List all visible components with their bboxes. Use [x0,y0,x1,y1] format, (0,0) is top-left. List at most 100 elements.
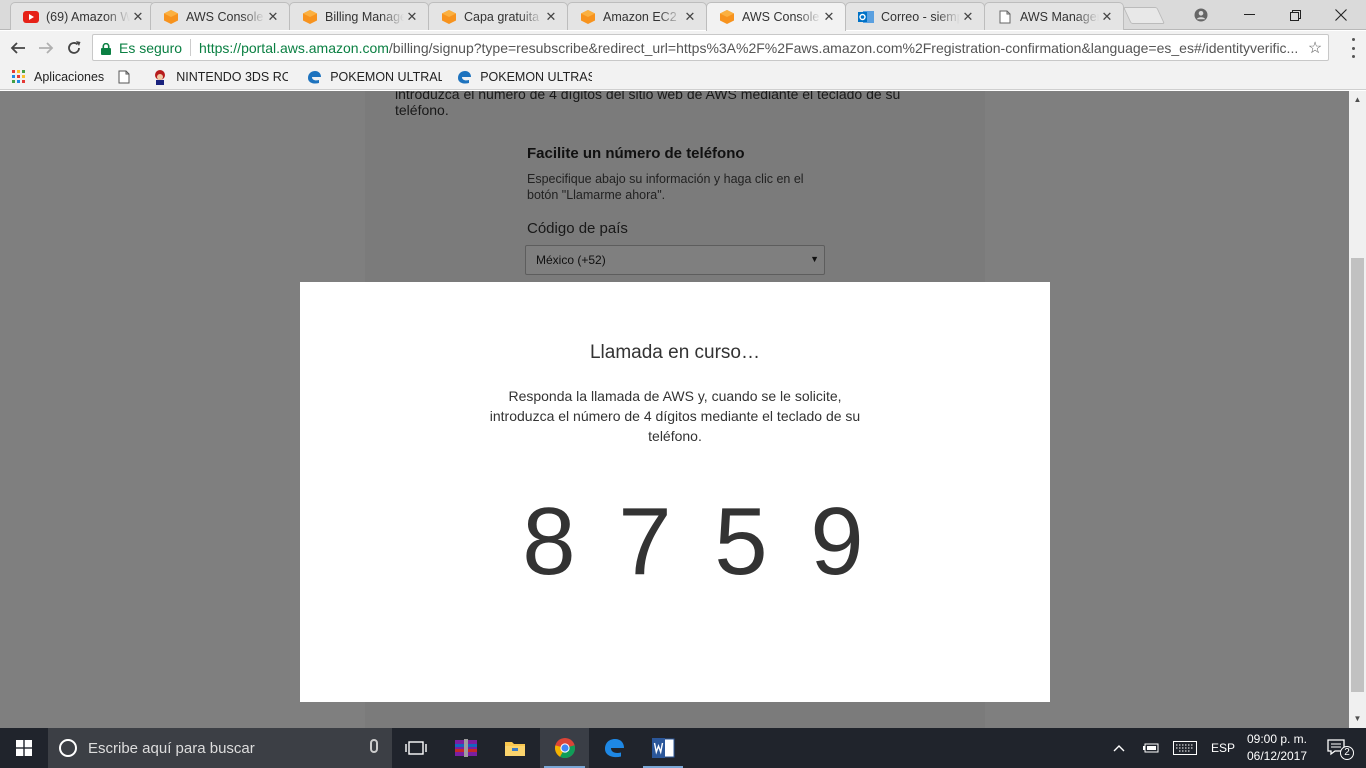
close-tab-icon[interactable]: ✕ [682,9,698,25]
tab-title: AWS Managen [1020,9,1099,24]
close-tab-icon[interactable]: ✕ [821,9,837,25]
tab-free-tier[interactable]: Capa gratuita d ✕ [428,2,568,30]
winrar-icon[interactable] [442,728,490,768]
tab-ec2[interactable]: Amazon EC2 S ✕ [567,2,707,30]
tab-aws-console-1[interactable]: AWS Console - ✕ [150,2,290,30]
notification-count-badge: 2 [1340,746,1354,760]
word-taskbar-icon[interactable] [639,728,687,768]
taskbar-search-box[interactable]: Escribe aquí para buscar [48,728,392,768]
address-bar[interactable]: Es seguro https://portal.aws.amazon.com/… [92,34,1329,61]
call-in-progress-dialog: Llamada en curso… Responda la llamada de… [300,282,1050,702]
youtube-icon [23,9,39,25]
bookmarks-bar: Aplicaciones NINTENDO 3DS ROM POKEMON UL… [0,64,1366,90]
back-arrow-icon[interactable] [4,34,32,62]
dialog-instructions: Responda la llamada de AWS y, cuando se … [489,388,861,444]
battery-power-icon[interactable] [1138,728,1164,768]
show-hidden-icons-chevron-icon[interactable] [1108,728,1130,768]
tab-billing[interactable]: Billing Manage ✕ [289,2,429,30]
dialog-title: Llamada en curso… [589,342,761,363]
mario-icon [152,69,168,85]
scroll-down-arrow-icon[interactable]: ▼ [1349,712,1366,726]
scroll-up-arrow-icon[interactable]: ▲ [1349,93,1366,107]
apps-grid-icon [10,69,26,85]
task-view-icon[interactable] [392,728,440,768]
aws-cube-icon [580,9,596,25]
close-tab-icon[interactable]: ✕ [543,9,559,25]
new-tab-button[interactable] [1123,7,1165,24]
edge-icon [306,69,322,85]
url-path: /billing/signup?type=resubscribe&redirec… [388,39,1299,56]
file-explorer-icon[interactable] [491,728,539,768]
aws-cube-icon [719,9,735,25]
bookmark-pokemon-ultrasol[interactable]: POKEMON ULTRASOI [450,66,598,88]
tab-title: AWS Console - [186,9,265,24]
aws-cube-icon [302,9,318,25]
bookmark-nintendo-3ds[interactable]: NINTENDO 3DS ROM [146,66,294,88]
chrome-taskbar-icon[interactable] [540,728,589,768]
close-tab-icon[interactable]: ✕ [130,9,146,25]
reload-icon[interactable] [60,34,88,62]
bookmark-label: NINTENDO 3DS ROM [176,69,289,84]
tab-youtube[interactable]: (69) Amazon W ✕ [10,2,155,30]
restore-icon[interactable] [1272,0,1318,30]
tab-title: AWS Console - [742,10,821,24]
notification-center-icon[interactable]: 2 [1318,728,1358,768]
pin-digit: 8 [522,488,576,595]
close-tab-icon[interactable]: ✕ [265,9,281,25]
browser-toolbar: Es seguro https://portal.aws.amazon.com/… [0,31,1366,64]
page-icon [116,69,132,85]
bookmark-apps[interactable]: Aplicaciones [4,66,110,88]
aws-cube-icon [163,9,179,25]
lock-icon [101,42,111,55]
bookmark-label: POKEMON ULTRALUI [330,69,443,84]
url-host: https://portal.aws.amazon.com [199,39,389,56]
tab-title: Capa gratuita d [464,9,543,24]
page-viewport: introduzca el número de 4 dígitos del si… [0,91,1349,728]
close-tab-icon[interactable]: ✕ [960,9,976,25]
page-icon [997,9,1013,25]
security-indicator[interactable]: Es seguro [93,39,192,56]
keyboard-icon[interactable] [1170,728,1200,768]
outlook-icon [858,9,874,25]
forward-arrow-icon[interactable] [32,34,60,62]
security-label: Es seguro [119,39,183,56]
tab-title: Correo - siemp [881,9,960,24]
tab-aws-management[interactable]: AWS Managen ✕ [984,2,1124,30]
windows-taskbar: Escribe aquí para buscar ESP 09:00 p. m.… [0,728,1366,768]
bookmark-pokemon-ultraluna[interactable]: POKEMON ULTRALUI [300,66,448,88]
microphone-icon[interactable] [370,739,378,753]
pin-digit: 5 [714,488,768,595]
verification-pin: 8 7 5 9 [501,492,885,592]
edge-icon [456,69,472,85]
tab-title: (69) Amazon W [46,9,130,24]
tab-outlook[interactable]: Correo - siemp ✕ [845,2,985,30]
bookmark-star-icon[interactable]: ☆ [1302,38,1328,58]
browser-menu-icon[interactable] [1348,38,1358,58]
clock-time: 09:00 p. m. [1246,732,1308,746]
pin-digit: 7 [618,488,672,595]
bookmark-label: POKEMON ULTRASOI [480,69,593,84]
close-tab-icon[interactable]: ✕ [404,9,420,25]
search-placeholder: Escribe aquí para buscar [88,739,255,757]
page-scrollbar[interactable]: ▲ ▼ [1349,91,1366,728]
tab-title: Amazon EC2 S [603,9,682,24]
scrollbar-thumb[interactable] [1351,258,1364,692]
minimize-icon[interactable] [1226,0,1272,30]
close-window-icon[interactable] [1318,0,1364,30]
close-tab-icon[interactable]: ✕ [1099,9,1115,25]
cortana-icon [59,739,77,757]
url-text[interactable]: https://portal.aws.amazon.com/billing/si… [191,40,1302,56]
pin-digit: 9 [810,488,864,595]
bookmark-label: Aplicaciones [34,69,105,84]
tab-title: Billing Manage [325,9,404,24]
bookmark-blank-page[interactable] [110,66,146,88]
profile-icon[interactable] [1178,0,1224,30]
system-clock[interactable]: 09:00 p. m. 06/12/2017 [1238,731,1316,765]
tab-strip: (69) Amazon W ✕ AWS Console - ✕ Billing … [0,0,1366,31]
aws-cube-icon [441,9,457,25]
tab-aws-console-active[interactable]: AWS Console - ✕ [706,2,846,31]
edge-taskbar-icon[interactable] [590,728,638,768]
windows-start-icon[interactable] [0,728,48,768]
input-language[interactable]: ESP [1206,728,1240,768]
clock-date: 06/12/2017 [1246,749,1308,763]
